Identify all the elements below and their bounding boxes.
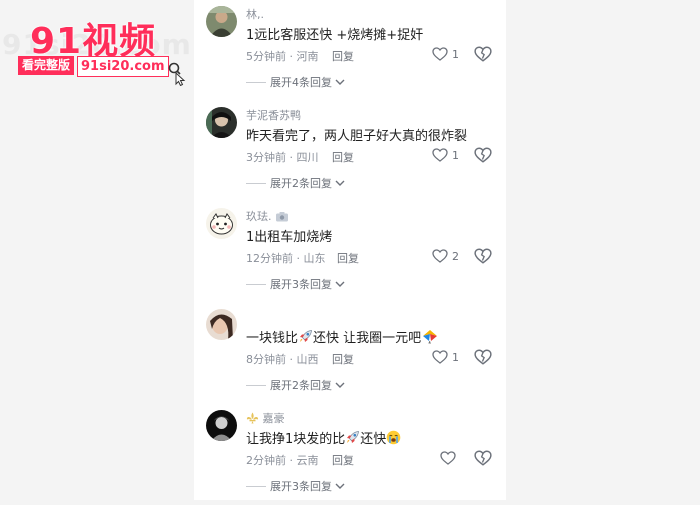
comment-meta: 2分钟前 · 云南 (246, 454, 319, 467)
username-text: 嘉豪 (262, 412, 285, 425)
comment-meta: 12分钟前 · 山东 (246, 252, 326, 265)
watermark-badge: 看完整版 (18, 56, 75, 75)
like-count: 2 (452, 249, 459, 263)
expand-divider (246, 81, 266, 83)
expand-replies[interactable]: 展开3条回复 (246, 478, 345, 494)
expand-replies[interactable]: 展开4条回复 (246, 74, 345, 90)
comment-item: 林,. 1远比客服还快 +烧烤摊+捉奸 5分钟前 · 河南 回复 1 展开4条回… (194, 0, 506, 101)
watermark-logo: 91si20.com 91视频 看完整版 91si20.com (0, 0, 195, 95)
like-button[interactable] (440, 449, 460, 467)
reply-button[interactable]: 回复 (332, 351, 354, 367)
expand-label: 展开2条回复 (270, 379, 332, 392)
expand-replies[interactable]: 展开2条回复 (246, 175, 345, 191)
comment-item: 芋泥香苏鸭 昨天看完了，两人胆子好大真的很炸裂 3分钟前 · 四川 回复 1 展… (194, 101, 506, 202)
comment-text-part: 还快 (360, 432, 387, 447)
expand-label: 展开4条回复 (270, 76, 332, 89)
chevron-down-icon (335, 281, 345, 287)
avatar[interactable] (206, 208, 237, 239)
expand-divider (246, 384, 266, 386)
comment-text: 让我挣1块发的比 还快 (246, 428, 401, 447)
comment-text: 一块钱比 还快 让我圈一元吧 (246, 327, 439, 346)
expand-replies[interactable]: 展开2条回复 (246, 377, 345, 393)
comment-item: 一块钱比 还快 让我圈一元吧 8分钟前 · 山西 回复 1 展开2条回复 (194, 303, 506, 404)
username[interactable]: 玖珐. (246, 208, 289, 224)
like-count: 1 (452, 148, 459, 162)
expand-label: 展开3条回复 (270, 278, 332, 291)
comments-panel: 林,. 1远比客服还快 +烧烤摊+捉奸 5分钟前 · 河南 回复 1 展开4条回… (194, 0, 506, 500)
comment-item: 玖珐. 1出租车加烧烤 12分钟前 · 山东 回复 2 展开3条回复 (194, 202, 506, 303)
kite-icon (423, 330, 438, 344)
like-button[interactable]: 1 (432, 348, 459, 366)
crying-face-icon (386, 430, 401, 445)
expand-label: 展开3条回复 (270, 480, 332, 493)
cursor-icon (168, 62, 186, 86)
dislike-heart-icon[interactable] (474, 449, 492, 467)
comment-text-part: 让我挣1块发的比 (246, 432, 346, 447)
heart-icon (432, 249, 448, 263)
reply-button[interactable]: 回复 (332, 149, 354, 165)
fleur-de-lis-icon (246, 412, 259, 424)
expand-divider (246, 485, 266, 487)
heart-icon (432, 148, 448, 162)
reply-button[interactable]: 回复 (332, 452, 354, 468)
comment-meta: 5分钟前 · 河南 (246, 50, 319, 63)
comment-meta: 8分钟前 · 山西 (246, 353, 319, 366)
dislike-heart-icon[interactable] (474, 247, 492, 265)
comment-text: 1出租车加烧烤 (246, 230, 333, 245)
expand-divider (246, 283, 266, 285)
rocket-icon (347, 431, 360, 443)
like-count: 1 (452, 350, 459, 364)
chevron-down-icon (335, 483, 345, 489)
chevron-down-icon (335, 382, 345, 388)
comment-text: 昨天看完了，两人胆子好大真的很炸裂 (246, 129, 468, 144)
avatar[interactable] (206, 309, 237, 340)
chevron-down-icon (335, 180, 345, 186)
avatar[interactable] (206, 107, 237, 138)
dislike-heart-icon[interactable] (474, 146, 492, 164)
comment-text-part: 一块钱比 (246, 331, 299, 346)
like-button[interactable]: 1 (432, 146, 459, 164)
reply-button[interactable]: 回复 (332, 48, 354, 64)
rocket-icon (300, 330, 312, 342)
like-count: 1 (452, 47, 459, 61)
comment-text-part: 还快 让我圈一元吧 (313, 331, 422, 346)
like-button[interactable]: 2 (432, 247, 459, 265)
comment-item: 嘉豪 让我挣1块发的比 还快 2分钟前 · 云南 回复 展开3条回复 (194, 404, 506, 505)
expand-label: 展开2条回复 (270, 177, 332, 190)
dislike-heart-icon[interactable] (474, 348, 492, 366)
avatar[interactable] (206, 6, 237, 37)
watermark-url: 91si20.com (77, 56, 169, 77)
expand-replies[interactable]: 展开3条回复 (246, 276, 345, 292)
like-button[interactable]: 1 (432, 45, 459, 63)
username[interactable]: 嘉豪 (246, 410, 285, 426)
expand-divider (246, 182, 266, 184)
username[interactable]: 林,. (246, 6, 264, 22)
comment-meta: 3分钟前 · 四川 (246, 151, 319, 164)
username-text: 玖珐. (246, 210, 272, 223)
avatar[interactable] (206, 410, 237, 441)
camera-icon (276, 212, 288, 222)
heart-icon (432, 47, 448, 61)
chevron-down-icon (335, 79, 345, 85)
username[interactable]: 芋泥香苏鸭 (246, 107, 301, 123)
comment-text: 1远比客服还快 +烧烤摊+捉奸 (246, 28, 424, 43)
dislike-heart-icon[interactable] (474, 45, 492, 63)
heart-icon (440, 451, 456, 465)
reply-button[interactable]: 回复 (337, 250, 359, 266)
heart-icon (432, 350, 448, 364)
